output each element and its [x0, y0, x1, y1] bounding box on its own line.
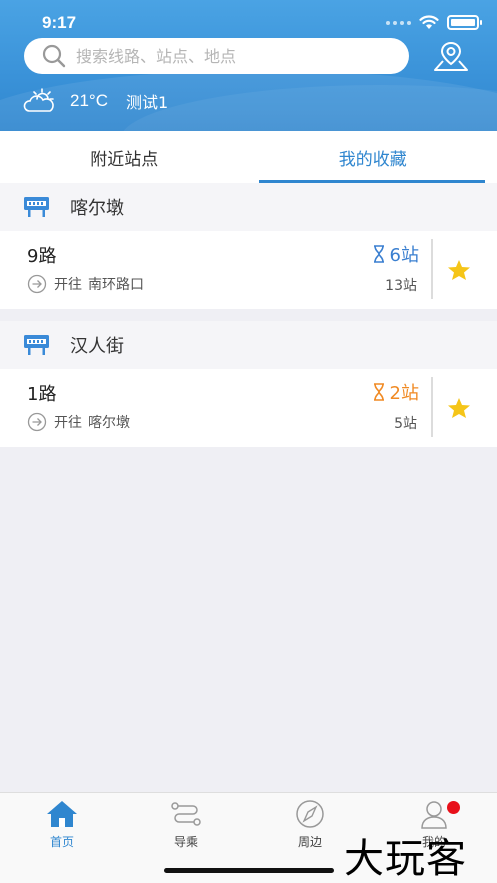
hourglass-icon: [373, 245, 384, 263]
search-icon: [42, 44, 66, 68]
direction-label: 开往: [54, 277, 82, 293]
notification-badge: [447, 801, 460, 814]
tabbar-label: 周边: [297, 835, 322, 849]
route-icon: [171, 802, 201, 826]
station-name: 喀尔墩: [70, 198, 124, 219]
station-header[interactable]: 汉人街: [0, 321, 497, 369]
route-total-stops: 5站: [394, 416, 417, 432]
wifi-icon: [419, 15, 439, 29]
route-eta: 6站: [372, 241, 419, 267]
route-row[interactable]: 9路 开往 南环路口 6站 13站: [0, 231, 497, 309]
watermark-text: 大玩客: [344, 836, 467, 882]
direction-label: 开往: [54, 415, 82, 431]
weather-location: 测试1: [125, 93, 169, 112]
bus-stop-icon: [24, 335, 49, 355]
route-eta: 2站: [372, 379, 419, 405]
star-icon[interactable]: [447, 397, 471, 419]
search-bar[interactable]: [24, 38, 409, 74]
tabbar-item-guide[interactable]: 导乘: [141, 799, 231, 849]
status-icons: [386, 15, 482, 30]
bus-stop-icon: [24, 197, 49, 217]
compass-icon: [296, 800, 324, 828]
route-name: 1路: [27, 384, 57, 405]
home-icon: [47, 801, 77, 827]
route-destination: 南环路口: [88, 277, 144, 293]
tab-my-favorites[interactable]: 我的收藏: [249, 131, 497, 183]
tabbar-label: 首页: [49, 835, 74, 849]
divider: [431, 239, 433, 299]
route-direction: 开往 喀尔墩: [27, 412, 130, 432]
station-group: 喀尔墩 9路 开往 南环路口 6站 13站: [0, 183, 497, 309]
tabbar-item-nearby[interactable]: 周边: [265, 799, 355, 849]
location-pin-icon[interactable]: [432, 40, 470, 72]
station-header[interactable]: 喀尔墩: [0, 183, 497, 231]
route-destination: 喀尔墩: [88, 415, 130, 431]
battery-icon: [447, 15, 482, 30]
station-name: 汉人街: [70, 336, 124, 357]
route-total-stops: 13站: [385, 278, 417, 294]
star-icon[interactable]: [447, 259, 471, 281]
arrow-right-circle-icon: [27, 412, 47, 432]
eta-stops: 6站: [389, 245, 419, 266]
route-name: 9路: [27, 246, 57, 267]
route-direction: 开往 南环路口: [27, 274, 144, 294]
divider: [431, 377, 433, 437]
tab-nearby-stations[interactable]: 附近站点: [0, 131, 249, 183]
user-icon: [421, 801, 447, 829]
search-input[interactable]: [76, 46, 376, 66]
hourglass-icon: [373, 383, 384, 401]
tabbar-label: 导乘: [173, 835, 198, 849]
signal-icon: [386, 20, 411, 25]
header: 9:17 搜索线路、站点、地点 21°C 测试1: [0, 0, 497, 131]
route-row[interactable]: 1路 开往 喀尔墩 2站 5站: [0, 369, 497, 447]
weather-info: 21°C 测试1: [22, 88, 168, 114]
station-group: 汉人街 1路 开往 喀尔墩 2站 5站: [0, 321, 497, 447]
status-time: 9:17: [42, 13, 77, 32]
home-indicator: [164, 868, 334, 873]
eta-stops: 2站: [389, 383, 419, 404]
partly-cloudy-icon: [23, 88, 54, 112]
tabbar-item-home[interactable]: 首页: [17, 799, 107, 849]
arrow-right-circle-icon: [27, 274, 47, 294]
temperature: 21°C: [70, 91, 108, 110]
tab-bar-top: 附近站点 我的收藏: [0, 131, 497, 183]
